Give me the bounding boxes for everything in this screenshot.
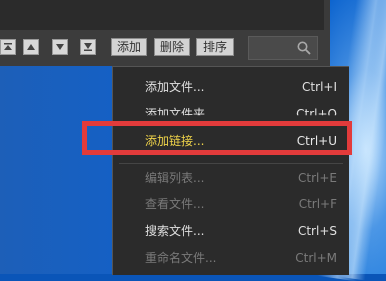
menu-item-edit-list[interactable]: 编辑列表... Ctrl+E [113, 165, 349, 191]
add-context-menu: 添加文件... Ctrl+I 添加文件夹 Ctrl+O 添加链接... Ctrl… [112, 66, 349, 275]
menu-item-add-file[interactable]: 添加文件... Ctrl+I [113, 74, 349, 100]
menu-item-label: 添加文件... [145, 80, 205, 94]
menu-item-shortcut: Ctrl+I [302, 80, 337, 94]
add-button[interactable]: 添加 [111, 38, 147, 56]
menu-item-shortcut: Ctrl+F [298, 197, 337, 211]
move-down-icon[interactable] [52, 39, 68, 55]
menu-item-search-file[interactable]: 搜索文件... Ctrl+S [113, 218, 349, 244]
move-top-icon[interactable] [0, 39, 16, 55]
menu-item-shortcut: Ctrl+S [297, 224, 337, 238]
playlist-toolbar: 添加 删除 排序 [0, 30, 330, 66]
menu-item-label: 重命名文件... [145, 251, 217, 265]
menu-item-label: 编辑列表... [145, 171, 205, 185]
menu-item-label: 搜索文件... [145, 224, 205, 238]
menu-separator [119, 163, 343, 164]
menu-item-view-file[interactable]: 查看文件... Ctrl+F [113, 191, 349, 217]
menu-item-shortcut: Ctrl+E [298, 171, 337, 185]
menu-item-add-link[interactable]: 添加链接... Ctrl+U [113, 128, 349, 154]
app-window-edge [324, 0, 330, 30]
menu-item-shortcut: Ctrl+M [295, 251, 337, 265]
menu-item-add-folder[interactable]: 添加文件夹 Ctrl+O [113, 101, 349, 121]
app-window-top [0, 0, 324, 31]
menu-item-shortcut: Ctrl+U [296, 134, 337, 148]
delete-button[interactable]: 删除 [154, 38, 190, 56]
menu-item-shortcut: Ctrl+O [296, 107, 337, 121]
menu-item-rename-file[interactable]: 重命名文件... Ctrl+M [113, 245, 349, 271]
move-bottom-icon[interactable] [80, 39, 96, 55]
menu-item-label: 添加链接... [145, 134, 205, 148]
sort-button[interactable]: 排序 [196, 38, 234, 56]
search-input[interactable] [248, 36, 318, 60]
move-up-icon[interactable] [23, 39, 39, 55]
search-icon[interactable] [297, 41, 311, 55]
menu-item-label: 添加文件夹 [145, 107, 206, 121]
playlist-area [0, 66, 112, 274]
menu-item-label: 查看文件... [145, 197, 205, 211]
